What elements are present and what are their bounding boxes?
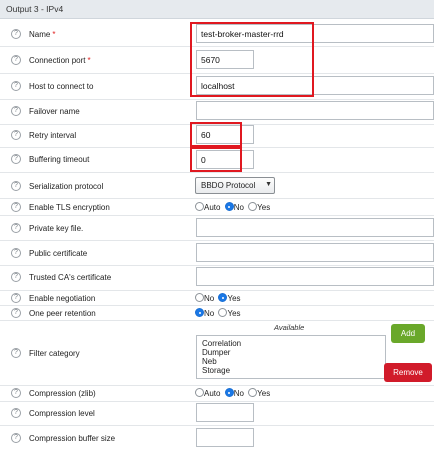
host-label: Host to connect to — [29, 82, 94, 91]
available-label: Available — [274, 323, 305, 332]
tls-radio-group: Auto No Yes — [195, 202, 272, 212]
help-icon[interactable]: ? — [11, 272, 21, 282]
compression-level-input[interactable] — [196, 403, 254, 422]
tls-radio-auto[interactable] — [195, 202, 204, 211]
row-divider — [0, 172, 434, 173]
help-icon[interactable]: ? — [11, 408, 21, 418]
tls-option-label: Yes — [257, 203, 271, 212]
row-divider — [0, 320, 434, 321]
row-divider — [0, 99, 434, 100]
tls-option-label: Auto — [204, 203, 221, 212]
tls-label: Enable TLS encryption — [29, 203, 110, 212]
row-divider — [0, 385, 434, 386]
help-icon[interactable]: ? — [11, 433, 21, 443]
one-peer-radio-no[interactable] — [195, 308, 204, 317]
compression-buffer-label: Compression buffer size — [29, 434, 116, 443]
name-label: Name * — [29, 30, 56, 39]
help-icon[interactable]: ? — [11, 202, 21, 212]
help-icon[interactable]: ? — [11, 154, 21, 164]
section-title: Output 3 - IPv4 — [6, 4, 64, 14]
tls-radio-yes[interactable] — [248, 202, 258, 211]
one-peer-label: One peer retention — [29, 309, 96, 318]
compression-radio-no[interactable] — [224, 388, 234, 397]
list-item[interactable]: Storage — [202, 366, 385, 375]
negotiation-option-label: No — [204, 294, 215, 303]
row-divider — [0, 240, 434, 241]
failover-input[interactable] — [196, 101, 434, 120]
negotiation-option-label: Yes — [227, 294, 241, 303]
highlight-box — [190, 22, 314, 97]
private-key-label: Private key file. — [29, 224, 84, 233]
row-divider — [0, 305, 434, 306]
highlight-box — [190, 122, 242, 147]
row-divider — [0, 198, 434, 199]
help-icon[interactable]: ? — [11, 130, 21, 140]
highlight-box — [190, 147, 242, 172]
trusted-ca-input[interactable] — [196, 267, 434, 286]
failover-label: Failover name — [29, 107, 80, 116]
tls-radio-no[interactable] — [224, 202, 234, 211]
private-key-input[interactable] — [196, 218, 434, 237]
help-icon[interactable]: ? — [11, 348, 21, 358]
compression-option-label: No — [233, 389, 244, 398]
buffering-timeout-label: Buffering timeout — [29, 155, 90, 164]
one-peer-radio-group: No Yes — [195, 308, 243, 318]
help-icon[interactable]: ? — [11, 106, 21, 116]
add-button[interactable]: Add — [391, 324, 425, 343]
row-divider — [0, 215, 434, 216]
row-divider — [0, 401, 434, 402]
public-cert-label: Public certificate — [29, 249, 88, 258]
compression-option-label: Yes — [257, 389, 271, 398]
negotiation-label: Enable negotiation — [29, 294, 96, 303]
compression-option-label: Auto — [204, 389, 221, 398]
negotiation-radio-no[interactable] — [195, 293, 204, 302]
help-icon[interactable]: ? — [11, 55, 21, 65]
compression-radio-auto[interactable] — [195, 388, 204, 397]
public-cert-input[interactable] — [196, 243, 434, 262]
retry-interval-label: Retry interval — [29, 131, 77, 140]
remove-button[interactable]: Remove — [384, 363, 432, 382]
tls-option-label: No — [233, 203, 244, 212]
serialization-value: BBDO Protocol — [201, 181, 256, 190]
help-icon[interactable]: ? — [11, 181, 21, 191]
connection-port-label: Connection port * — [29, 56, 91, 65]
serialization-label: Serialization protocol — [29, 182, 104, 191]
negotiation-radio-group: No Yes — [195, 293, 243, 303]
help-icon[interactable]: ? — [11, 308, 21, 318]
compression-radio-yes[interactable] — [248, 388, 258, 397]
compression-radio-group: Auto No Yes — [195, 388, 272, 398]
row-divider — [0, 290, 434, 291]
required-marker: * — [52, 30, 56, 39]
help-icon[interactable]: ? — [11, 388, 21, 398]
help-icon[interactable]: ? — [11, 293, 21, 303]
row-divider — [0, 425, 434, 426]
list-item[interactable]: Neb — [202, 357, 385, 366]
filter-category-list[interactable]: Correlation Dumper Neb Storage — [196, 335, 386, 379]
compression-label: Compression (zlib) — [29, 389, 96, 398]
help-icon[interactable]: ? — [11, 81, 21, 91]
row-divider — [0, 265, 434, 266]
filter-category-label: Filter category — [29, 349, 80, 358]
help-icon[interactable]: ? — [11, 29, 21, 39]
compression-buffer-input[interactable] — [196, 428, 254, 447]
trusted-ca-label: Trusted CA's certificate — [29, 273, 112, 282]
list-item[interactable]: Correlation — [202, 339, 385, 348]
one-peer-option-label: No — [204, 309, 215, 318]
list-item[interactable]: Dumper — [202, 348, 385, 357]
compression-level-label: Compression level — [29, 409, 95, 418]
section-header: Output 3 - IPv4 — [0, 0, 434, 19]
serialization-select[interactable]: BBDO Protocol ▼ — [195, 177, 275, 194]
required-marker: * — [87, 56, 91, 65]
help-icon[interactable]: ? — [11, 223, 21, 233]
help-icon[interactable]: ? — [11, 248, 21, 258]
one-peer-option-label: Yes — [227, 309, 241, 318]
chevron-down-icon: ▼ — [265, 181, 272, 188]
